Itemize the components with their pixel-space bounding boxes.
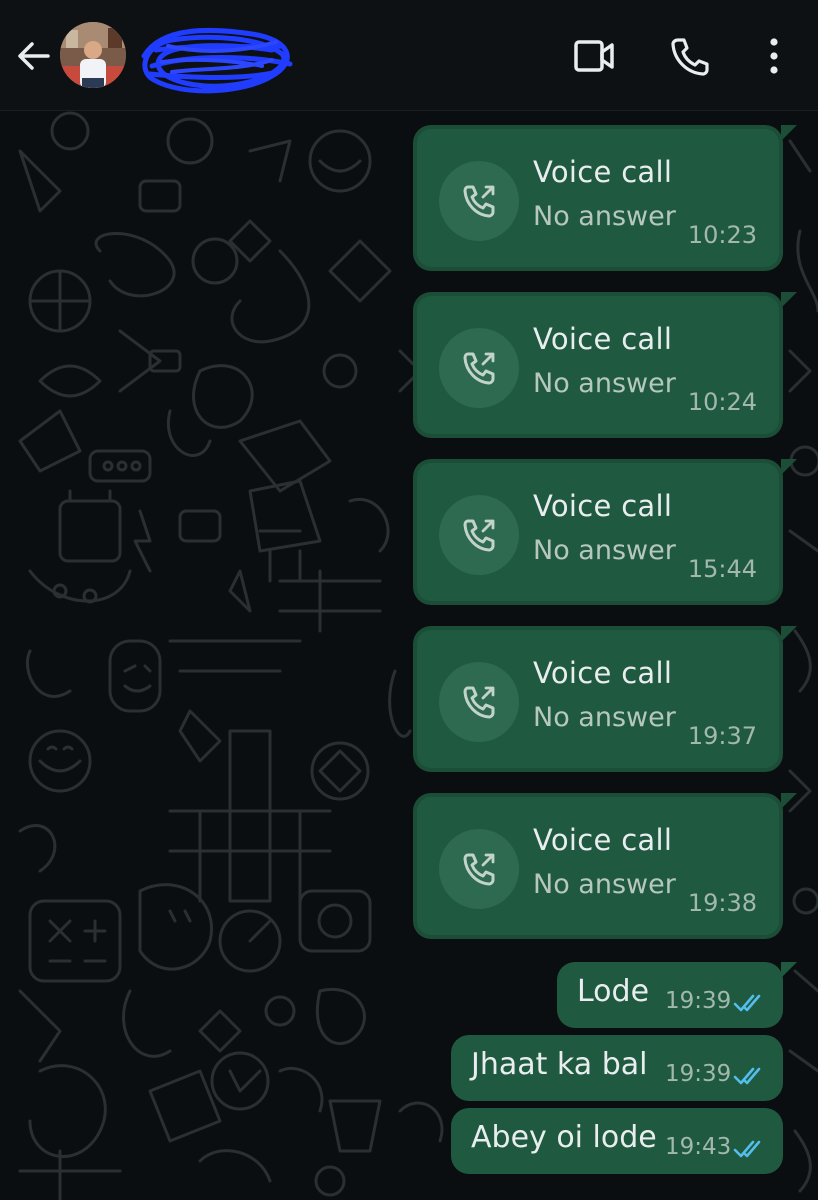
call-title: Voice call	[533, 823, 673, 857]
more-vertical-icon	[770, 38, 778, 74]
call-time: 15:44	[687, 555, 757, 583]
call-time: 19:38	[687, 889, 757, 917]
message-text: Lode	[577, 974, 650, 1009]
message-time: 19:39	[665, 988, 732, 1014]
call-title: Voice call	[533, 322, 673, 356]
call-time: 19:37	[687, 722, 757, 750]
call-status: No answer	[533, 201, 676, 232]
call-title: Voice call	[533, 656, 673, 690]
video-camera-icon	[574, 40, 614, 72]
scribble-redaction	[141, 27, 293, 94]
call-title: Voice call	[533, 489, 673, 523]
voice-call-button[interactable]	[668, 34, 712, 78]
avatar[interactable]	[60, 22, 126, 88]
outgoing-message[interactable]: Lode 19:39	[557, 962, 797, 1028]
call-time: 10:24	[687, 388, 757, 416]
contact-name-redacted[interactable]	[132, 14, 302, 104]
arrow-left-icon	[18, 42, 50, 70]
call-time: 10:23	[687, 221, 757, 249]
call-log-bubble[interactable]: Voice call No answer 10:24	[413, 292, 797, 438]
outgoing-message[interactable]: Abey oi lode 19:43	[451, 1108, 783, 1174]
call-log-bubble[interactable]: Voice call No answer 19:38	[413, 793, 797, 939]
call-log-bubble[interactable]: Voice call No answer 10:23	[413, 125, 797, 271]
outgoing-message[interactable]: Jhaat ka bal 19:39	[451, 1035, 783, 1101]
call-card: Voice call No answer 19:37	[417, 630, 779, 768]
message-time: 19:39	[665, 1061, 732, 1087]
call-status: No answer	[533, 535, 676, 566]
chat-header	[0, 0, 818, 111]
message-text: Jhaat ka bal	[471, 1047, 648, 1082]
double-check-read-icon	[733, 1067, 761, 1085]
double-check-read-icon	[733, 1140, 761, 1158]
outgoing-call-icon	[439, 662, 519, 742]
call-status: No answer	[533, 869, 676, 900]
call-status: No answer	[533, 368, 676, 399]
message-text: Abey oi lode	[471, 1120, 657, 1155]
more-options-button[interactable]	[752, 34, 796, 78]
outgoing-call-icon	[439, 495, 519, 575]
double-check-read-icon	[733, 994, 761, 1012]
video-call-button[interactable]	[572, 34, 616, 78]
call-card: Voice call No answer 10:23	[417, 129, 779, 267]
outgoing-call-icon	[439, 161, 519, 241]
call-title: Voice call	[533, 155, 673, 189]
outgoing-call-icon	[439, 328, 519, 408]
back-button[interactable]	[12, 34, 56, 78]
call-log-bubble[interactable]: Voice call No answer 19:37	[413, 626, 797, 772]
call-status: No answer	[533, 702, 676, 733]
call-card: Voice call No answer 19:38	[417, 797, 779, 935]
call-card: Voice call No answer 10:24	[417, 296, 779, 434]
call-card: Voice call No answer 15:44	[417, 463, 779, 601]
chat-area[interactable]: Voice call No answer 10:23 Voice call No…	[0, 111, 818, 1200]
phone-icon	[671, 38, 709, 76]
call-log-bubble[interactable]: Voice call No answer 15:44	[413, 459, 797, 605]
outgoing-call-icon	[439, 829, 519, 909]
profile-photo	[60, 22, 126, 88]
message-time: 19:43	[665, 1134, 732, 1160]
